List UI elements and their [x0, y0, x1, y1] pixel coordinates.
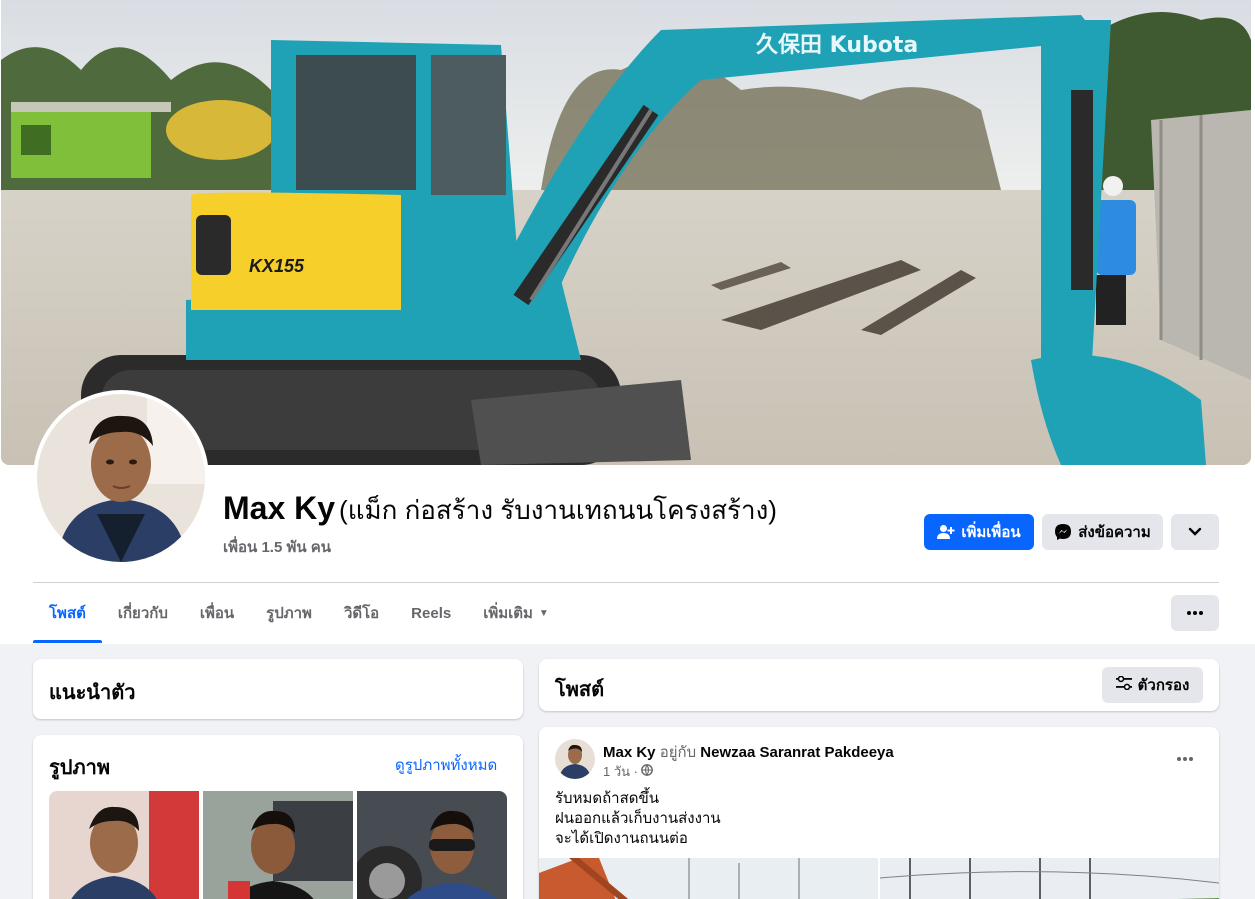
messenger-icon [1054, 523, 1072, 541]
photo-grid [49, 791, 507, 899]
photos-card: รูปภาพ ดูรูปภาพทั้งหมด [33, 735, 523, 899]
profile-menu-button[interactable] [1171, 514, 1219, 550]
tab-more[interactable]: เพิ่มเติม ▼ [467, 583, 565, 643]
more-dots-icon [1187, 611, 1203, 615]
filter-button[interactable]: ตัวกรอง [1102, 667, 1203, 703]
profile-name-main: Max Ky [223, 490, 336, 526]
profile-name-block: Max Ky (แม็ก ก่อสร้าง รับงานเทถนนโครงสร้า… [223, 490, 777, 559]
add-friend-label: เพิ่มเพื่อน [961, 524, 1021, 541]
posts-title: โพสต์ [555, 679, 605, 701]
filter-label: ตัวกรอง [1137, 677, 1190, 694]
intro-title: แนะนำตัว [49, 682, 136, 704]
tab-friends[interactable]: เพื่อน [184, 583, 250, 643]
tab-about[interactable]: เกี่ยวกับ [102, 583, 184, 643]
tab-posts[interactable]: โพสต์ [33, 583, 102, 643]
globe-icon [641, 764, 653, 779]
add-friend-button[interactable]: เพิ่มเพื่อน [924, 514, 1034, 550]
tab-photos[interactable]: รูปภาพ [250, 583, 328, 643]
profile-avatar[interactable] [33, 390, 209, 566]
posts-header-card: โพสต์ ตัวกรอง [539, 659, 1219, 711]
profile-name: Max Ky (แม็ก ก่อสร้าง รับงานเทถนนโครงสร้า… [223, 490, 777, 531]
photo-thumb[interactable] [357, 791, 507, 899]
post-time[interactable]: 1 วัน · [603, 761, 638, 782]
post-tagged-name[interactable]: Newzaa Saranrat Pakdeeya [700, 744, 893, 761]
tab-more-label: เพิ่มเติม [483, 605, 533, 622]
post-with-text: อยู่กับ [659, 744, 697, 761]
intro-card: แนะนำตัว [33, 659, 523, 719]
chevron-down-icon [1188, 527, 1202, 537]
profile-tabs: โพสต์ เกี่ยวกับ เพื่อน รูปภาพ วิดีโอ Ree… [33, 583, 565, 643]
message-button[interactable]: ส่งข้อความ [1042, 514, 1163, 550]
more-dots-icon [1177, 748, 1193, 766]
caret-down-icon: ▼ [538, 607, 549, 619]
tabs-more-button[interactable] [1171, 595, 1219, 631]
tab-videos[interactable]: วิดีโอ [328, 583, 395, 643]
photo-thumb[interactable] [203, 791, 353, 899]
post-images [539, 858, 1219, 899]
post-author-avatar[interactable] [555, 739, 595, 779]
photos-title[interactable]: รูปภาพ [49, 751, 110, 783]
post-meta: 1 วัน · [603, 761, 653, 782]
cover-photo[interactable]: KX155 久保田 Kubota [1, 0, 1251, 465]
post-image[interactable] [539, 858, 878, 899]
post-options-button[interactable] [1167, 739, 1203, 775]
post-text: รับหมดถ้าสดขึ้น ฝนออกแล้วเก็บงานส่งงาน จ… [555, 789, 721, 849]
profile-header: KX155 久保田 Kubota Max Ky (แม็ก ก่อสร้าง ร… [0, 0, 1255, 644]
message-label: ส่งข้อความ [1078, 524, 1151, 541]
tab-reels[interactable]: Reels [395, 583, 467, 643]
post-card: Max Ky อยู่กับ Newzaa Saranrat Pakdeeya … [539, 727, 1219, 899]
profile-name-alt: (แม็ก ก่อสร้าง รับงานเทถนนโครงสร้าง) [339, 495, 777, 525]
post-text-line: ฝนออกแล้วเก็บงานส่งงาน [555, 810, 721, 827]
friends-count[interactable]: เพื่อน 1.5 พัน คน [223, 535, 777, 559]
post-image[interactable] [880, 858, 1219, 899]
photo-thumb[interactable] [49, 791, 199, 899]
add-friend-icon [937, 524, 955, 540]
post-text-line: จะได้เปิดงานถนนต่อ [555, 830, 688, 847]
svg-text:久保田 Kubota: 久保田 Kubota [756, 32, 918, 58]
post-text-line: รับหมดถ้าสดขึ้น [555, 790, 660, 807]
filter-icon [1115, 675, 1132, 694]
see-all-photos-link[interactable]: ดูรูปภาพทั้งหมด [395, 753, 497, 777]
post-author-name[interactable]: Max Ky [603, 744, 656, 761]
svg-text:KX155: KX155 [249, 256, 305, 276]
